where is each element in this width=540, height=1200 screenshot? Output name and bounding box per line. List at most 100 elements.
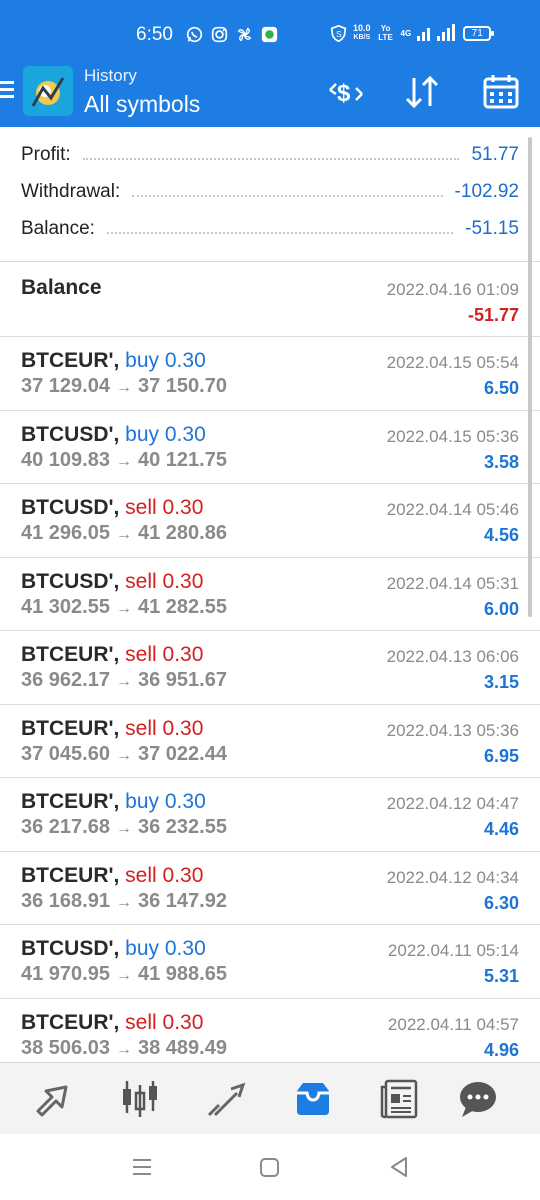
deal-close-price: 41 988.65 xyxy=(137,963,227,985)
deal-date: 2022.04.15 05:36 xyxy=(386,426,519,446)
deal-volume: 0.30 xyxy=(162,569,204,593)
deal-profit: 4.46 xyxy=(483,819,519,839)
summary-label: Profit: xyxy=(21,144,71,165)
deal-volume: 0.30 xyxy=(162,1010,204,1034)
status-time: 6:50 xyxy=(136,24,173,45)
deal-prices: 38 506.03 → 38 489.49 xyxy=(21,1037,227,1060)
screen-subtitle: History xyxy=(84,66,137,85)
history-icon[interactable] xyxy=(291,1077,335,1121)
pinwheel-icon xyxy=(237,27,252,42)
deal-side: sell xyxy=(125,643,157,666)
deal-date: 2022.04.11 04:57 xyxy=(387,1014,519,1034)
deal-close-price: 40 121.75 xyxy=(137,448,227,471)
deal-prices: 40 109.83 → 40 121.75 xyxy=(21,449,227,472)
deal-symbol-name: BTCUSD', xyxy=(21,422,120,446)
screen-title[interactable]: All symbols xyxy=(84,91,200,118)
deal-open-price: 41 296.05 xyxy=(21,522,110,544)
recent-apps-icon[interactable] xyxy=(130,1154,156,1180)
deal-row[interactable]: BTCUSD', sell 0.30 41 302.55 → 41 282.55 202… xyxy=(0,558,540,631)
home-icon[interactable] xyxy=(257,1154,283,1180)
deal-profit: 3.15 xyxy=(483,672,519,692)
price-arrow: → xyxy=(115,673,132,690)
deal-date: 2022.04.11 05:14 xyxy=(387,941,519,960)
scrollbar[interactable] xyxy=(528,137,532,617)
deal-volume: 0.30 xyxy=(164,790,206,813)
news-icon[interactable] xyxy=(378,1077,422,1121)
deal-row[interactable]: BTCEUR', sell 0.30 36 962.17 → 36 951.67 202… xyxy=(0,631,540,705)
deal-prices: 36 962.17 → 36 951.67 xyxy=(21,669,227,692)
deal-row[interactable]: BTCEUR', buy 0.30 36 217.68 → 36 232.55 2022… xyxy=(0,778,540,852)
balance-entry[interactable]: Balance 2022.04.16 01:09 -51.77 xyxy=(0,262,540,337)
summary-label: Withdrawal: xyxy=(21,181,121,202)
deal-side: buy xyxy=(125,937,160,960)
deal-symbol: BTCUSD', sell 0.30 xyxy=(21,570,203,594)
deal-side: sell xyxy=(125,1010,157,1034)
price-arrow: → xyxy=(115,746,132,764)
notification-icons xyxy=(186,26,278,43)
status-bar: 6:50 S 10.0 KB/S Yo LTE 4G 71 xyxy=(0,0,540,70)
top-bar: 6:50 S 10.0 KB/S Yo LTE 4G 71 History Al… xyxy=(0,0,540,127)
deal-prices: 37 045.60 → 37 022.44 xyxy=(21,743,227,766)
net-speed-unit: KB/S xyxy=(353,34,371,41)
deal-row[interactable]: BTCEUR', sell 0.30 37 045.60 → 37 022.44 202… xyxy=(0,705,540,778)
deal-open-price: 41 970.95 xyxy=(21,963,110,985)
calendar-icon[interactable] xyxy=(481,72,521,112)
price-arrow: → xyxy=(115,967,132,984)
sort-icon[interactable] xyxy=(402,72,442,112)
deal-date: 2022.04.14 05:31 xyxy=(386,573,519,593)
deal-row[interactable]: BTCEUR', sell 0.30 38 506.03 → 38 489.49 202… xyxy=(0,999,540,1072)
svg-text:$: $ xyxy=(337,80,351,107)
deal-open-price: 36 168.91 xyxy=(21,889,110,912)
deal-open-price: 37 045.60 xyxy=(21,742,110,765)
deal-profit: 6.95 xyxy=(483,745,519,766)
currency-exchange-icon[interactable]: $ xyxy=(326,72,366,112)
price-arrow: → xyxy=(115,1040,132,1058)
deal-volume: 0.30 xyxy=(162,643,204,666)
summary-value: -51.15 xyxy=(465,218,519,239)
dotted-leader xyxy=(106,232,454,234)
trade-icon[interactable] xyxy=(205,1077,249,1121)
deal-prices: 37 129.04 → 37 150.70 xyxy=(21,375,227,398)
back-icon[interactable] xyxy=(386,1154,412,1180)
net-speed: 10.0 KB/S xyxy=(353,24,371,42)
deal-date: 2022.04.13 06:06 xyxy=(386,647,519,666)
deal-row[interactable]: BTCUSD', sell 0.30 41 296.05 → 41 280.86 202… xyxy=(0,484,540,558)
price-arrow: → xyxy=(115,893,132,911)
deal-prices: 41 970.95 → 41 988.65 xyxy=(21,963,227,986)
menu-icon[interactable] xyxy=(0,78,18,104)
price-arrow: → xyxy=(115,452,132,470)
deal-symbol: BTCUSD', buy 0.30 xyxy=(21,423,206,447)
chart-icon[interactable] xyxy=(118,1077,162,1121)
deal-row[interactable]: BTCUSD', buy 0.30 40 109.83 → 40 121.75 2022… xyxy=(0,411,540,484)
chat-icon[interactable] xyxy=(456,1077,500,1121)
app-bar: History All symbols $ xyxy=(0,62,540,127)
battery-indicator: 71 xyxy=(463,25,495,41)
deal-profit: 4.56 xyxy=(483,525,519,545)
deal-side: buy xyxy=(125,790,160,813)
deal-date: 2022.04.13 05:36 xyxy=(386,720,519,740)
summary-profit: Profit: 51.77 xyxy=(21,140,519,170)
deal-side: buy xyxy=(125,349,160,372)
deal-row[interactable]: BTCEUR', buy 0.30 37 129.04 → 37 150.70 2022… xyxy=(0,337,540,411)
summary-withdrawal: Withdrawal: -102.92 xyxy=(21,177,519,207)
deal-profit: 3.58 xyxy=(483,451,519,472)
quotes-icon[interactable] xyxy=(32,1077,76,1121)
deal-close-price: 38 489.49 xyxy=(137,1036,227,1059)
net-speed-value: 10.0 xyxy=(353,23,371,33)
deal-close-price: 41 282.55 xyxy=(137,595,227,618)
shield-icon: S xyxy=(330,24,347,42)
deal-row[interactable]: BTCEUR', sell 0.30 36 168.91 → 36 147.92 202… xyxy=(0,852,540,925)
summary-value: 51.77 xyxy=(471,144,519,165)
deal-date: 2022.04.12 04:47 xyxy=(386,794,519,813)
deal-profit: 6.50 xyxy=(483,378,519,398)
price-arrow: → xyxy=(115,379,132,396)
balance-entry-date: 2022.04.16 01:09 xyxy=(386,280,519,299)
instagram-icon xyxy=(211,26,228,43)
deal-symbol: BTCEUR', buy 0.30 xyxy=(21,349,206,373)
deal-row[interactable]: BTCUSD', buy 0.30 41 970.95 → 41 988.65 2022… xyxy=(0,925,540,999)
deal-prices: 41 302.55 → 41 282.55 xyxy=(21,596,227,619)
dotted-leader xyxy=(82,158,460,160)
deal-open-price: 36 217.68 xyxy=(21,816,110,838)
deal-date: 2022.04.15 05:54 xyxy=(386,353,519,372)
deal-side: sell xyxy=(125,569,157,593)
